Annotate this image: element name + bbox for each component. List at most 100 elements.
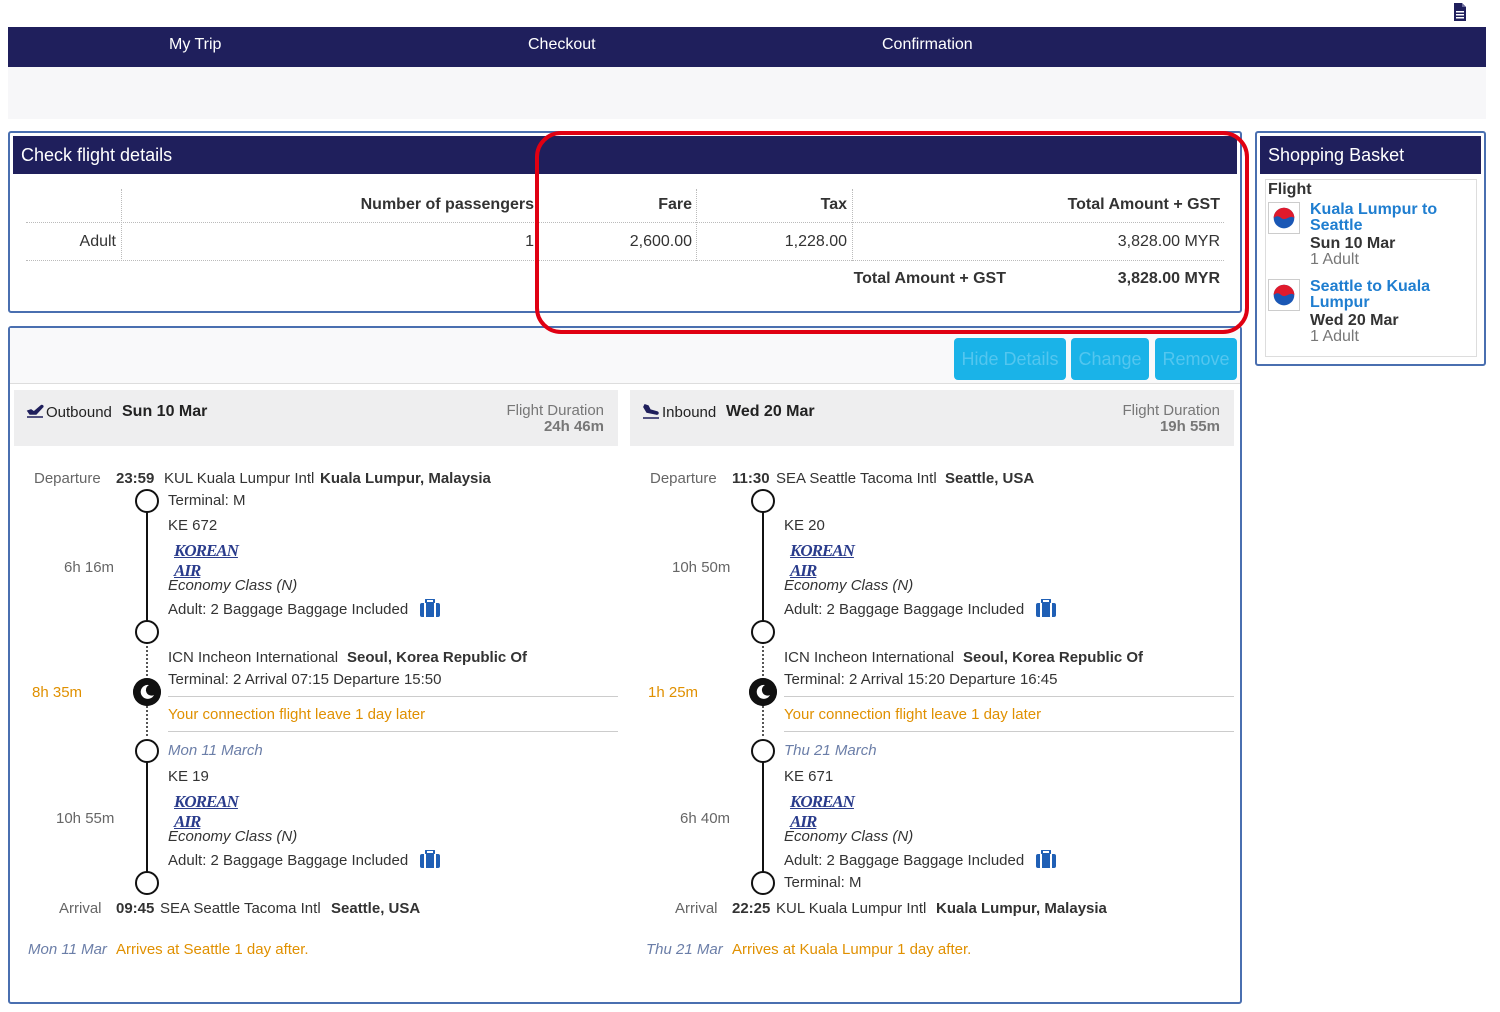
connection-city: Seoul, Korea Republic Of bbox=[347, 649, 528, 666]
segment-duration: 10h 50m bbox=[672, 559, 731, 576]
korean-air-logo: KOREAN AIR bbox=[174, 792, 239, 831]
basket-route-link[interactable]: Seattle to Kuala Lumpur bbox=[1310, 279, 1470, 311]
flight-number: KE 20 bbox=[784, 517, 825, 534]
connection-note: Your connection flight leave 1 day later bbox=[784, 706, 1042, 723]
subheader-bar bbox=[8, 67, 1486, 119]
basket-pax: 1 Adult bbox=[1310, 251, 1359, 268]
connection-airport: ICN Incheon International bbox=[784, 649, 955, 666]
baggage-info: Adult: 2 Baggage Baggage Included bbox=[784, 852, 1025, 869]
plane-departure-icon bbox=[26, 404, 44, 418]
korean-air-logo-icon bbox=[1268, 202, 1300, 234]
baggage-info: Adult: 2 Baggage Baggage Included bbox=[168, 852, 409, 869]
itinerary-panel: Hide Details Change Remove Outbound Sun … bbox=[8, 326, 1242, 1004]
fare-table: Number of passengers Fare Tax Total Amou… bbox=[10, 133, 1240, 311]
leg-duration-label: Flight Duration bbox=[1122, 402, 1220, 419]
flight-number: KE 672 bbox=[168, 517, 218, 534]
cabin-class: Economy Class (N) bbox=[784, 828, 914, 845]
arrival-city: Kuala Lumpur, Malaysia bbox=[936, 900, 1107, 917]
connection-details: Terminal: 2 Arrival 15:20 Departure 16:4… bbox=[784, 671, 1058, 688]
tab-my-trip[interactable]: My Trip bbox=[169, 36, 221, 54]
basket-pax: 1 Adult bbox=[1310, 328, 1359, 345]
timeline-node bbox=[751, 871, 775, 895]
leg-direction: Inbound bbox=[662, 404, 717, 421]
tax-value: 1,228.00 bbox=[784, 233, 847, 250]
baggage-icon bbox=[1036, 599, 1056, 617]
flight-number: KE 671 bbox=[784, 768, 834, 785]
korean-air-logo: KOREAN AIR bbox=[174, 541, 239, 580]
outbound-leg: Outbound Sun 10 Mar Flight Duration 24h … bbox=[14, 390, 618, 980]
timeline-node bbox=[135, 620, 159, 644]
arrival-date: Mon 11 Mar bbox=[28, 941, 107, 958]
leg-direction: Outbound bbox=[46, 404, 112, 421]
baggage-info: Adult: 2 Baggage Baggage Included bbox=[784, 601, 1025, 618]
timeline-node bbox=[751, 620, 775, 644]
segment-date: Mon 11 March bbox=[168, 742, 263, 759]
tab-checkout[interactable]: Checkout bbox=[528, 36, 596, 54]
basket-section-label: Flight bbox=[1268, 181, 1312, 198]
hide-details-button[interactable]: Hide Details bbox=[954, 338, 1066, 380]
arrival-label: Arrival bbox=[675, 900, 718, 917]
change-button[interactable]: Change bbox=[1071, 338, 1149, 380]
departure-city: Seattle, USA bbox=[945, 470, 1035, 487]
leg-duration-label: Flight Duration bbox=[506, 402, 604, 419]
leg-header: Outbound Sun 10 Mar Flight Duration 24h … bbox=[14, 390, 618, 446]
arrival-note: Arrives at Kuala Lumpur 1 day after. bbox=[732, 941, 972, 958]
cabin-class: Economy Class (N) bbox=[168, 828, 298, 845]
departure-label: Departure bbox=[34, 470, 101, 487]
baggage-icon bbox=[420, 599, 440, 617]
total-value: 3,828.00 MYR bbox=[1117, 233, 1220, 250]
segment-terminal: Terminal: M bbox=[784, 874, 862, 891]
tab-confirmation[interactable]: Confirmation bbox=[882, 36, 973, 54]
flight-details-panel: Check flight details Number of passenger… bbox=[8, 131, 1242, 313]
departure-time: 23:59 bbox=[116, 470, 155, 487]
passenger-count: 1 bbox=[525, 233, 534, 250]
header-passengers: Number of passengers bbox=[360, 196, 534, 213]
leg-duration-value: 24h 46m bbox=[543, 418, 604, 435]
timeline-node bbox=[135, 739, 159, 763]
document-icon[interactable] bbox=[1452, 3, 1468, 21]
segment-duration: 10h 55m bbox=[56, 810, 115, 827]
baggage-icon bbox=[420, 850, 440, 868]
basket-content: Flight Kuala Lumpur to Seattle Sun 10 Ma… bbox=[1265, 179, 1477, 357]
connection-note: Your connection flight leave 1 day later bbox=[168, 706, 426, 723]
itinerary-action-bar: Hide Details Change Remove bbox=[10, 328, 1240, 384]
header-fare: Fare bbox=[658, 196, 692, 213]
fare-value: 2,600.00 bbox=[629, 233, 692, 250]
cabin-class: Economy Class (N) bbox=[784, 577, 914, 594]
basket-route-link[interactable]: Kuala Lumpur to Seattle bbox=[1310, 202, 1470, 234]
connection-airport: ICN Incheon International bbox=[168, 649, 339, 666]
inbound-leg: Inbound Wed 20 Mar Flight Duration 19h 5… bbox=[630, 390, 1234, 980]
remove-button[interactable]: Remove bbox=[1155, 338, 1237, 380]
leg-duration-value: 19h 55m bbox=[1159, 418, 1220, 435]
passenger-type: Adult bbox=[79, 233, 116, 250]
flight-number: KE 19 bbox=[168, 768, 209, 785]
departure-airport: SEA Seattle Tacoma Intl bbox=[776, 470, 937, 487]
connection-details: Terminal: 2 Arrival 07:15 Departure 15:5… bbox=[168, 671, 442, 688]
korean-air-logo: KOREAN AIR bbox=[790, 792, 855, 831]
departure-time: 11:30 bbox=[732, 470, 770, 487]
arrival-city: Seattle, USA bbox=[331, 900, 421, 917]
leg-header: Inbound Wed 20 Mar Flight Duration 19h 5… bbox=[630, 390, 1234, 446]
arrival-time: 09:45 bbox=[116, 900, 155, 917]
timeline-node bbox=[135, 489, 159, 513]
arrival-date: Thu 21 Mar bbox=[646, 941, 723, 958]
korean-air-logo: KOREAN AIR bbox=[790, 541, 855, 580]
connection-city: Seoul, Korea Republic Of bbox=[963, 649, 1144, 666]
layover-duration: 1h 25m bbox=[648, 684, 699, 701]
top-navigation: My Trip Checkout Confirmation bbox=[8, 27, 1486, 67]
shopping-basket: Shopping Basket Flight Kuala Lumpur to S… bbox=[1255, 131, 1486, 366]
arrival-note: Arrives at Seattle 1 day after. bbox=[116, 941, 309, 958]
segment-terminal: Terminal: M bbox=[168, 492, 246, 509]
timeline-node bbox=[135, 871, 159, 895]
arrival-time: 22:25 bbox=[732, 900, 771, 917]
departure-airport: KUL Kuala Lumpur Intl bbox=[164, 470, 315, 487]
timeline-node bbox=[751, 489, 775, 513]
arrival-label: Arrival bbox=[59, 900, 102, 917]
korean-air-logo-icon bbox=[1268, 279, 1300, 311]
segment-date: Thu 21 March bbox=[784, 742, 877, 759]
plane-arrival-icon bbox=[643, 404, 659, 419]
grand-total-label: Total Amount + GST bbox=[853, 270, 1006, 287]
baggage-info: Adult: 2 Baggage Baggage Included bbox=[168, 601, 409, 618]
segment-duration: 6h 16m bbox=[64, 559, 115, 576]
leg-date: Wed 20 Mar bbox=[726, 403, 815, 420]
